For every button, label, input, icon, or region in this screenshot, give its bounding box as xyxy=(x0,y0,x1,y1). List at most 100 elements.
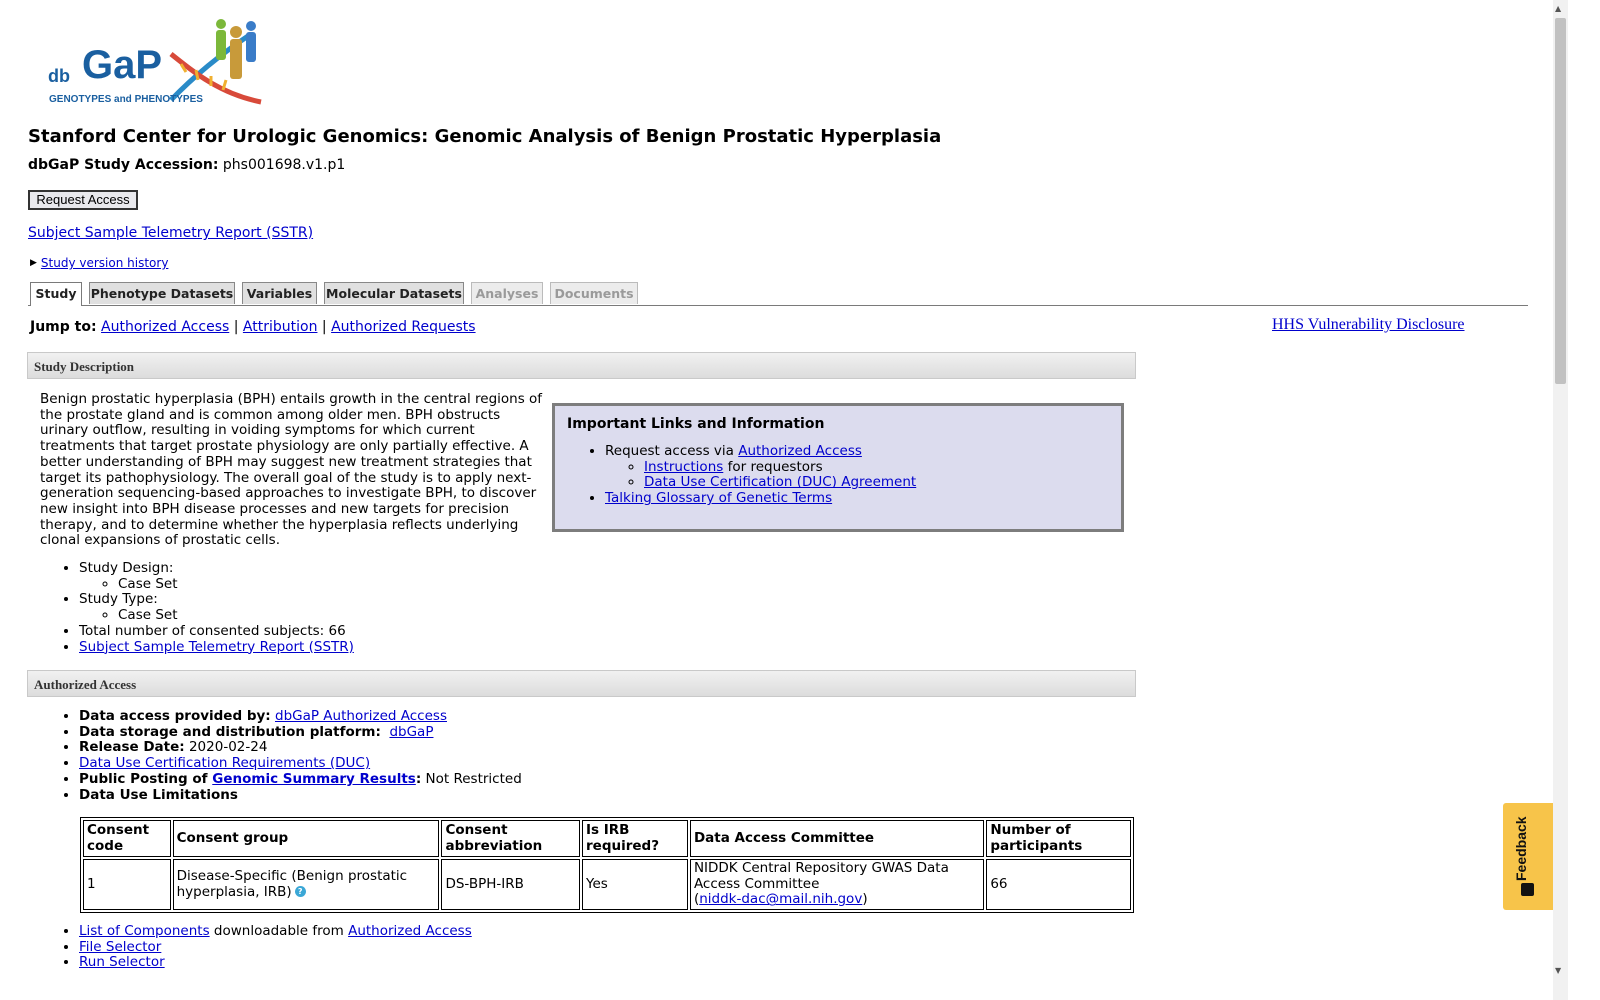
list-item: Public Posting of Genomic Summary Result… xyxy=(79,770,779,788)
duc-agreement-link[interactable]: Data Use Certification (DUC) Agreement xyxy=(644,474,916,491)
tab-phenotype-datasets[interactable]: Phenotype Datasets xyxy=(89,282,235,304)
instructions-link[interactable]: Instructions xyxy=(644,459,723,475)
jump-separator: | xyxy=(321,319,327,335)
jump-to-nav: Jump to: Authorized Access | Attribution… xyxy=(30,319,476,335)
box-authorized-access-link[interactable]: Authorized Access xyxy=(738,443,862,459)
authorized-access-list: Data access provided by: dbGaP Authorize… xyxy=(40,708,779,804)
tab-study[interactable]: Study xyxy=(30,282,82,306)
consented-subjects: Total number of consented subjects: 66 xyxy=(79,623,579,640)
study-version-history-toggle[interactable]: ▶ Study version history xyxy=(30,256,168,270)
accession-label: dbGaP Study Accession: xyxy=(28,157,219,173)
sstr-link-bottom[interactable]: Subject Sample Telemetry Report (SSTR) xyxy=(79,639,354,655)
svg-text:GENOTYPES and PHENOTYPES: GENOTYPES and PHENOTYPES xyxy=(49,94,203,105)
talking-glossary-link[interactable]: Talking Glossary of Genetic Terms xyxy=(605,490,832,506)
study-accession: dbGaP Study Accession: phs001698.v1.p1 xyxy=(28,157,345,173)
triangle-right-icon: ▶ xyxy=(30,258,37,268)
dbgap-authorized-access-link[interactable]: dbGaP Authorized Access xyxy=(275,708,447,724)
data-use-limitations-label: Data Use Limitations xyxy=(79,786,238,803)
genomic-summary-results-link[interactable]: Genomic Summary Results xyxy=(212,771,416,787)
file-selector-link[interactable]: File Selector xyxy=(79,939,161,955)
list-item: Release Date: 2020-02-24 xyxy=(79,740,779,756)
jump-to-label: Jump to: xyxy=(30,319,97,335)
jump-authorized-access-link[interactable]: Authorized Access xyxy=(101,319,229,335)
participants-cell: 66 xyxy=(986,859,1131,911)
committee-name: NIDDK Central Repository GWAS Data Acces… xyxy=(693,860,949,892)
data-access-committee-cell: NIDDK Central Repository GWAS Data Acces… xyxy=(689,859,985,911)
study-details-list: Study Design: Case Set Study Type: Case … xyxy=(40,560,579,656)
data-access-label: Data access provided by: xyxy=(79,708,271,724)
platform-label: Data storage and distribution platform: xyxy=(79,723,381,740)
public-posting-label: Public Posting of xyxy=(79,770,208,787)
tab-variables[interactable]: Variables xyxy=(242,282,317,304)
consent-code-cell: 1 xyxy=(83,859,171,911)
important-links-box: Important Links and Information Request … xyxy=(552,403,1124,532)
components-mid-text: downloadable from xyxy=(209,923,349,939)
important-links-title: Important Links and Information xyxy=(567,416,825,432)
svg-text:db: db xyxy=(48,66,70,86)
committee-email-link[interactable]: niddk-dac@mail.nih.gov xyxy=(699,891,862,908)
feedback-label: Feedback xyxy=(1513,816,1529,881)
scroll-up-arrow-icon[interactable]: ▲ xyxy=(1555,4,1561,13)
jump-attribution-link[interactable]: Attribution xyxy=(243,319,318,335)
list-item: Request access via Authorized Access Ins… xyxy=(605,443,1109,491)
jump-authorized-requests-link[interactable]: Authorized Requests xyxy=(331,319,475,335)
feedback-button[interactable]: Feedback xyxy=(1503,803,1553,910)
list-item: Run Selector xyxy=(79,955,472,971)
public-posting-value: Not Restricted xyxy=(425,770,522,787)
consent-group-cell: Disease-Specific (Benign prostatic hyper… xyxy=(172,859,440,911)
section-header-study-description: Study Description xyxy=(27,352,1136,379)
duc-requirements-link[interactable]: Data Use Certification Requirements (DUC… xyxy=(79,755,370,771)
release-date-label: Release Date: xyxy=(79,739,185,756)
list-item: Data storage and distribution platform: … xyxy=(79,723,779,741)
sub-list: Case Set xyxy=(79,607,579,624)
list-item: Study Design: Case Set xyxy=(79,560,579,593)
help-icon[interactable]: ? xyxy=(294,886,306,898)
consent-abbreviation-cell: DS-BPH-IRB xyxy=(441,859,580,911)
components-authorized-access-link[interactable]: Authorized Access xyxy=(348,923,472,939)
page-title: Stanford Center for Urologic Genomics: G… xyxy=(28,126,942,147)
table-header-row: Consent code Consent group Consent abbre… xyxy=(83,820,1131,857)
section-header-authorized-access: Authorized Access xyxy=(27,670,1136,697)
people-figures-icon xyxy=(216,19,256,79)
important-links-list: Request access via Authorized Access Ins… xyxy=(567,443,1109,507)
feedback-icon xyxy=(1521,883,1534,896)
list-item: File Selector xyxy=(79,939,472,956)
study-type-value: Case Set xyxy=(118,607,579,624)
tab-documents: Documents xyxy=(550,282,638,304)
request-access-button[interactable]: Request Access xyxy=(28,190,138,210)
list-item: List of Components downloadable from Aut… xyxy=(79,923,472,940)
list-item: Data Use Limitations xyxy=(79,786,779,804)
hhs-vulnerability-disclosure-link[interactable]: HHS Vulnerability Disclosure xyxy=(1272,316,1465,334)
jump-separator: | xyxy=(233,319,239,335)
scroll-down-arrow-icon[interactable]: ▼ xyxy=(1555,966,1561,975)
consent-table: Consent code Consent group Consent abbre… xyxy=(80,817,1134,914)
tab-molecular-datasets[interactable]: Molecular Datasets xyxy=(324,282,464,304)
dbgap-logo: db GaP GENOTYPES and PHENOTYPES xyxy=(48,19,262,105)
column-header: Is IRB required? xyxy=(582,820,688,857)
list-of-components-link[interactable]: List of Components xyxy=(79,923,210,939)
list-item: Subject Sample Telemetry Report (SSTR) xyxy=(79,639,579,656)
table-row: 1 Disease-Specific (Benign prostatic hyp… xyxy=(83,859,1131,911)
svg-text:GaP: GaP xyxy=(82,43,162,87)
study-tabs: Study Phenotype Datasets Variables Molec… xyxy=(28,282,1528,306)
request-access-prefix: Request access via xyxy=(605,443,739,459)
consent-group-text: Disease-Specific (Benign prostatic hyper… xyxy=(176,867,408,900)
tab-analyses: Analyses xyxy=(471,282,543,304)
sstr-link[interactable]: Subject Sample Telemetry Report (SSTR) xyxy=(28,225,313,241)
study-design-value: Case Set xyxy=(118,576,579,593)
study-design-label: Study Design: xyxy=(79,560,174,576)
column-header: Consent code xyxy=(83,820,171,857)
run-selector-link[interactable]: Run Selector xyxy=(79,954,165,971)
accession-value: phs001698.v1.p1 xyxy=(222,157,346,173)
column-header: Data Access Committee xyxy=(689,820,985,857)
column-header: Consent abbreviation xyxy=(441,820,580,857)
study-version-history-link[interactable]: Study version history xyxy=(41,256,169,270)
list-item: Data Use Certification (DUC) Agreement xyxy=(644,475,1109,491)
list-item: Instructions for requestors xyxy=(644,459,1109,476)
study-type-label: Study Type: xyxy=(79,591,158,608)
dbgap-platform-link[interactable]: dbGaP xyxy=(389,724,433,740)
list-item: Data access provided by: dbGaP Authorize… xyxy=(79,708,779,725)
sub-list: Case Set xyxy=(79,576,579,593)
scrollbar-thumb[interactable] xyxy=(1555,18,1566,384)
download-links-list: List of Components downloadable from Aut… xyxy=(40,923,472,971)
